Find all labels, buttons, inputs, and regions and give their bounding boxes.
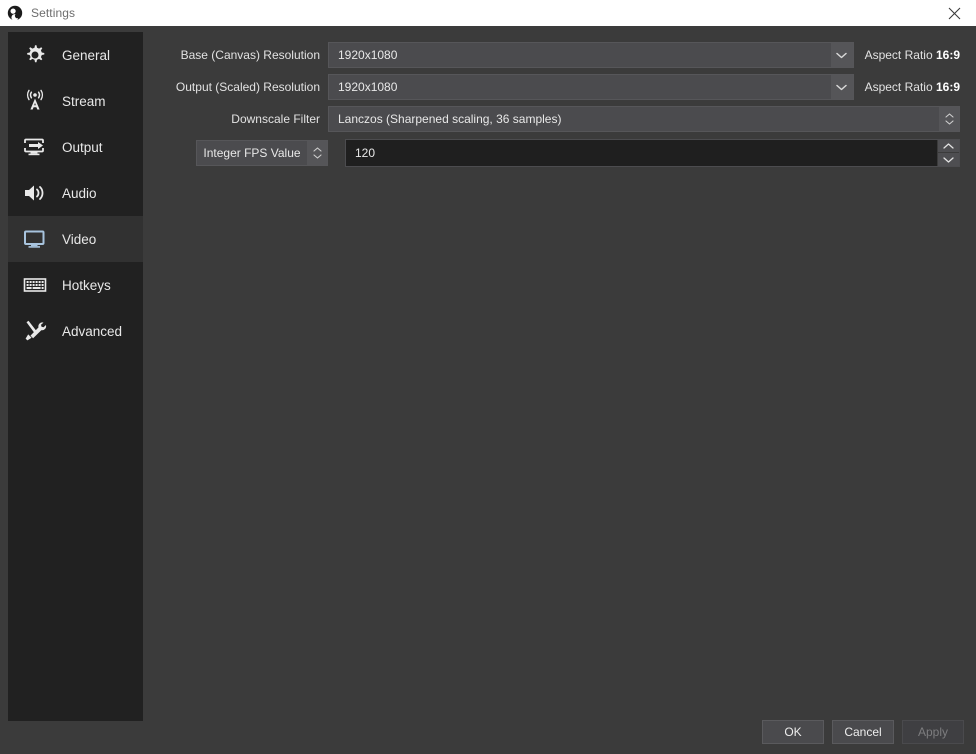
- settings-sidebar: General Stream Output Audio Video Hotkey…: [8, 32, 143, 721]
- ok-button[interactable]: OK: [762, 720, 824, 744]
- gear-icon: [20, 40, 50, 70]
- base-resolution-row: Base (Canvas) Resolution 1920x1080 Aspec…: [160, 42, 960, 68]
- antenna-icon: [20, 86, 50, 116]
- tools-icon: [20, 316, 50, 346]
- sidebar-item-audio[interactable]: Audio: [8, 170, 143, 216]
- sidebar-item-label: Video: [62, 231, 97, 247]
- fps-type-label: Integer FPS Value: [203, 146, 301, 160]
- base-resolution-value: 1920x1080: [338, 48, 398, 62]
- speaker-icon: [20, 178, 50, 208]
- video-settings-form: Base (Canvas) Resolution 1920x1080 Aspec…: [160, 42, 960, 174]
- dialog-footer: OK Cancel Apply: [762, 720, 964, 744]
- downscale-filter-label: Downscale Filter: [231, 112, 320, 126]
- sidebar-item-general[interactable]: General: [8, 32, 143, 78]
- monitor-arrow-icon: [20, 132, 50, 162]
- output-aspect-ratio: Aspect Ratio 16:9: [854, 80, 960, 94]
- sidebar-item-stream[interactable]: Stream: [8, 78, 143, 124]
- chevron-down-icon[interactable]: [830, 75, 853, 99]
- output-aspect-prefix: Aspect Ratio: [864, 80, 933, 94]
- sidebar-item-label: Audio: [62, 185, 97, 201]
- obs-logo-icon: [7, 5, 23, 21]
- sidebar-item-label: Output: [62, 139, 103, 155]
- cancel-button[interactable]: Cancel: [832, 720, 894, 744]
- window-title: Settings: [31, 6, 76, 20]
- sidebar-item-advanced[interactable]: Advanced: [8, 308, 143, 354]
- settings-window: General Stream Output Audio Video Hotkey…: [0, 26, 976, 754]
- output-resolution-combobox[interactable]: 1920x1080: [328, 74, 854, 100]
- stepper-down-icon[interactable]: [937, 153, 959, 166]
- output-resolution-row: Output (Scaled) Resolution 1920x1080 Asp…: [160, 74, 960, 100]
- spinner-icon[interactable]: [307, 141, 327, 165]
- sidebar-item-label: Advanced: [62, 323, 123, 339]
- fps-row: Integer FPS Value 120: [160, 138, 960, 168]
- downscale-filter-combobox[interactable]: Lanczos (Sharpened scaling, 36 samples): [328, 106, 960, 132]
- output-resolution-label: Output (Scaled) Resolution: [175, 80, 320, 94]
- stepper-up-icon[interactable]: [937, 140, 959, 153]
- base-aspect-ratio: Aspect Ratio 16:9: [854, 48, 960, 62]
- title-bar: Settings: [0, 0, 976, 26]
- keyboard-icon: [20, 270, 50, 300]
- base-resolution-label: Base (Canvas) Resolution: [180, 48, 320, 62]
- close-icon[interactable]: [932, 0, 976, 26]
- sidebar-item-label: General: [62, 47, 111, 63]
- base-aspect-value: 16:9: [935, 48, 960, 62]
- fps-value-spinbox[interactable]: 120: [345, 139, 960, 167]
- downscale-filter-row: Downscale Filter Lanczos (Sharpened scal…: [160, 106, 960, 132]
- sidebar-item-output[interactable]: Output: [8, 124, 143, 170]
- sidebar-item-hotkeys[interactable]: Hotkeys: [8, 262, 143, 308]
- fps-stepper[interactable]: [937, 140, 959, 166]
- base-aspect-prefix: Aspect Ratio: [864, 48, 933, 62]
- fps-value: 120: [355, 146, 376, 160]
- apply-button[interactable]: Apply: [902, 720, 964, 744]
- downscale-filter-value: Lanczos (Sharpened scaling, 36 samples): [338, 112, 562, 126]
- monitor-icon: [20, 224, 50, 254]
- sidebar-item-video[interactable]: Video: [8, 216, 143, 262]
- output-aspect-value: 16:9: [935, 80, 960, 94]
- sidebar-item-label: Hotkeys: [62, 277, 111, 293]
- chevron-down-icon[interactable]: [830, 43, 853, 67]
- output-resolution-value: 1920x1080: [338, 80, 398, 94]
- sidebar-item-label: Stream: [62, 93, 106, 109]
- base-resolution-combobox[interactable]: 1920x1080: [328, 42, 854, 68]
- spinner-icon[interactable]: [939, 107, 959, 131]
- fps-type-combobox[interactable]: Integer FPS Value: [196, 140, 328, 166]
